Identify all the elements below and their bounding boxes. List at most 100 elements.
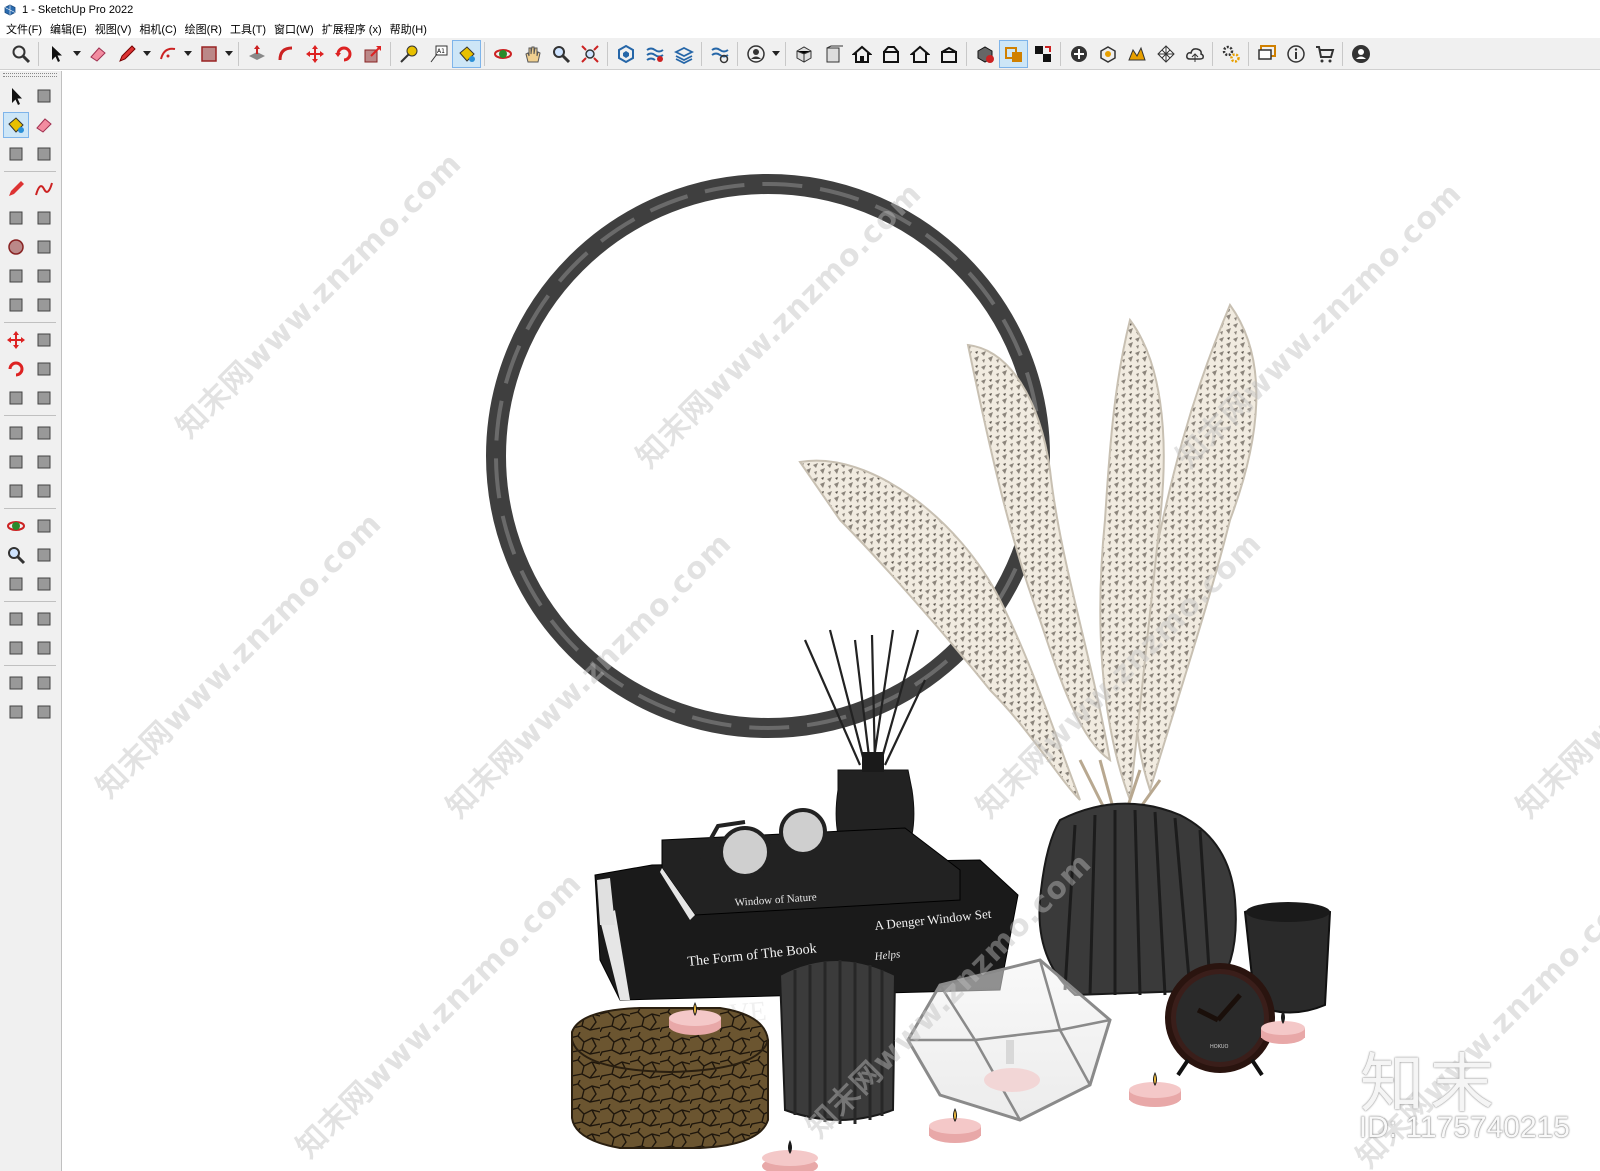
orbit-icon[interactable] <box>488 40 517 68</box>
warehouse-icon[interactable] <box>3 670 29 696</box>
section-plane-icon[interactable] <box>31 635 57 661</box>
toolbar-grip[interactable] <box>3 73 57 77</box>
iso-view-icon[interactable] <box>789 40 818 68</box>
rectangle-icon[interactable] <box>3 205 29 231</box>
push-pull-icon[interactable] <box>31 327 57 353</box>
profile-icon[interactable] <box>1346 40 1375 68</box>
dropdown-icon[interactable] <box>770 40 782 68</box>
text-icon[interactable]: A1 <box>423 40 452 68</box>
axes-icon[interactable] <box>3 478 29 504</box>
patterned-box[interactable] <box>571 1007 769 1149</box>
components-icon[interactable] <box>970 40 999 68</box>
freehand-icon[interactable] <box>31 176 57 202</box>
cloud-icon[interactable] <box>1180 40 1209 68</box>
dropdown-icon[interactable] <box>141 40 153 68</box>
scale-icon[interactable] <box>3 385 29 411</box>
look-around-icon[interactable] <box>31 606 57 632</box>
zoom-extents-icon[interactable] <box>3 571 29 597</box>
layout-send-icon[interactable] <box>3 699 29 725</box>
layout-icon[interactable] <box>669 40 698 68</box>
top-view-icon[interactable] <box>876 40 905 68</box>
messages-icon[interactable] <box>1252 40 1281 68</box>
dropdown-icon[interactable] <box>71 40 83 68</box>
cart-icon[interactable] <box>1310 40 1339 68</box>
zoom-icon[interactable] <box>6 40 35 68</box>
menu-file[interactable]: 文件(F) <box>4 21 48 37</box>
styles-icon[interactable] <box>1028 40 1057 68</box>
circle-icon[interactable] <box>3 234 29 260</box>
zoom-window-icon[interactable] <box>31 542 57 568</box>
rotate-icon[interactable] <box>329 40 358 68</box>
follow-me-icon[interactable] <box>31 356 57 382</box>
previous-view-icon[interactable] <box>31 571 57 597</box>
account-icon[interactable] <box>741 40 770 68</box>
rectangle-icon[interactable] <box>194 40 223 68</box>
scale-icon[interactable] <box>358 40 387 68</box>
menu-camera[interactable]: 相机(C) <box>137 21 182 37</box>
select-icon[interactable] <box>42 40 71 68</box>
rotate-icon[interactable] <box>3 356 29 382</box>
settings-icon[interactable] <box>1216 40 1245 68</box>
line-icon[interactable] <box>3 176 29 202</box>
dropdown-icon[interactable] <box>223 40 235 68</box>
paint-bucket-icon[interactable] <box>452 39 481 68</box>
position-camera-icon[interactable] <box>3 606 29 632</box>
desk-clock[interactable]: HOKUO <box>1165 963 1275 1077</box>
extension-manager-icon[interactable] <box>705 40 734 68</box>
materials-icon[interactable] <box>999 39 1028 68</box>
follow-me-icon[interactable] <box>271 40 300 68</box>
menu-draw[interactable]: 绘图(R) <box>183 21 228 37</box>
solid-tools-icon[interactable] <box>1093 40 1122 68</box>
pie-icon[interactable] <box>31 292 57 318</box>
text-icon[interactable] <box>31 449 57 475</box>
extension-warehouse-icon[interactable] <box>31 670 57 696</box>
back-view-icon[interactable] <box>934 40 963 68</box>
three-point-arc-icon[interactable] <box>3 292 29 318</box>
extension-warehouse-icon[interactable] <box>640 40 669 68</box>
component-icon[interactable] <box>3 141 29 167</box>
tape-measure-icon[interactable] <box>3 420 29 446</box>
move-icon[interactable] <box>300 40 329 68</box>
orbit-small-icon[interactable] <box>31 83 57 109</box>
sandbox-icon[interactable] <box>1122 40 1151 68</box>
paint-bucket-icon[interactable] <box>3 112 29 138</box>
arc-icon[interactable] <box>3 263 29 289</box>
move-icon[interactable] <box>3 327 29 353</box>
menu-edit[interactable]: 编辑(E) <box>48 21 93 37</box>
home-view-icon[interactable] <box>847 40 876 68</box>
zoom-extents-icon[interactable] <box>575 40 604 68</box>
pencil-icon[interactable] <box>112 40 141 68</box>
drawing-viewport[interactable]: Window of Nature A Denger Window Set Hel… <box>63 71 1600 1171</box>
tape-measure-icon[interactable] <box>394 40 423 68</box>
3d-warehouse-icon[interactable] <box>611 40 640 68</box>
menu-extensions[interactable]: 扩展程序 (x) <box>320 21 388 37</box>
menu-help[interactable]: 帮助(H) <box>388 21 433 37</box>
pan-icon[interactable] <box>517 40 546 68</box>
dimension-icon[interactable] <box>31 420 57 446</box>
front-view-icon[interactable] <box>818 40 847 68</box>
menu-window[interactable]: 窗口(W) <box>272 21 320 37</box>
menu-view[interactable]: 视图(V) <box>93 21 138 37</box>
texture-icon[interactable] <box>1151 40 1180 68</box>
extension-manager-icon[interactable] <box>31 699 57 725</box>
eraser-icon[interactable] <box>31 112 57 138</box>
polygon-icon[interactable] <box>31 234 57 260</box>
menu-tools[interactable]: 工具(T) <box>228 21 272 37</box>
3d-text-icon[interactable] <box>31 478 57 504</box>
walk-icon[interactable] <box>3 635 29 661</box>
two-point-arc-icon[interactable] <box>31 263 57 289</box>
zoom-window-icon[interactable] <box>546 40 575 68</box>
rotated-rectangle-icon[interactable] <box>31 205 57 231</box>
tape-icon[interactable] <box>31 141 57 167</box>
right-view-icon[interactable] <box>905 40 934 68</box>
protractor-icon[interactable] <box>3 449 29 475</box>
pan-icon[interactable] <box>31 513 57 539</box>
eraser-icon[interactable] <box>83 40 112 68</box>
dropdown-icon[interactable] <box>182 40 194 68</box>
select-icon[interactable] <box>3 83 29 109</box>
arc-icon[interactable] <box>153 40 182 68</box>
info-icon[interactable] <box>1281 40 1310 68</box>
add-location-icon[interactable] <box>1064 40 1093 68</box>
offset-icon[interactable] <box>31 385 57 411</box>
zoom-icon[interactable] <box>3 542 29 568</box>
